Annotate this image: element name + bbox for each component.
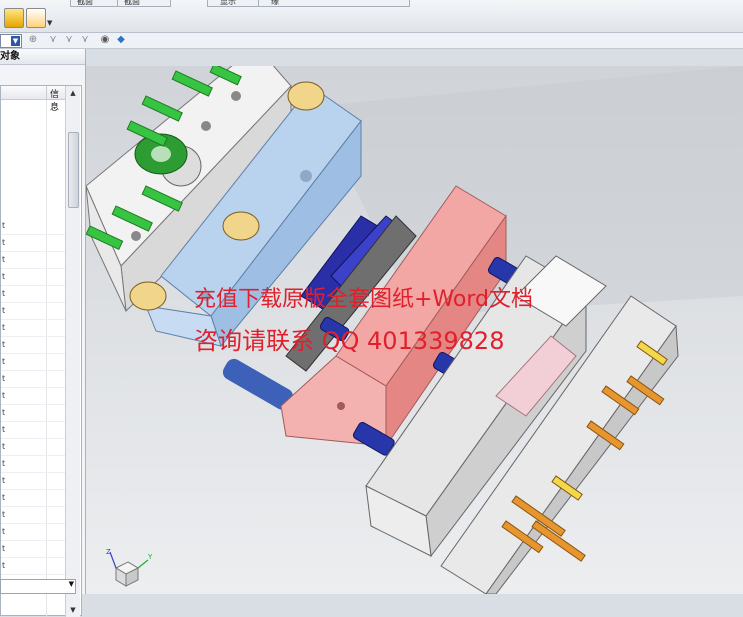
section-dropdown-2[interactable]: 截面 (117, 0, 171, 7)
bottom-combo[interactable]: ▼ (0, 579, 76, 594)
list-item-label: t (2, 323, 6, 332)
list-header: 信息 (1, 86, 65, 113)
list-item-label: t (2, 289, 6, 298)
list-scrollbar[interactable]: ▲ ▼ (65, 86, 80, 617)
column-name[interactable] (1, 86, 47, 99)
list-item[interactable]: t (1, 458, 65, 473)
edge-dropdown[interactable]: 缘 (258, 0, 410, 7)
filter2-icon[interactable]: ⋎ (64, 35, 74, 45)
filter3-icon[interactable]: ⋎ (80, 35, 90, 45)
panel-title: 对象 (0, 49, 85, 65)
list-item-label: t (2, 510, 6, 519)
list-item-label: t (2, 391, 6, 400)
scroll-up-icon[interactable]: ▲ (67, 87, 79, 99)
main-toolbar: ▼ 截面 截面 显示 缘 (0, 0, 743, 33)
list-item-label: t (2, 425, 6, 434)
secondary-toolbar: ▼ ⊕ ⋎ ⋎ ⋎ ◉ ◆ (0, 33, 743, 49)
list-item[interactable]: t (1, 288, 65, 303)
axis-triad: Z Y (106, 548, 153, 587)
filter-icon[interactable]: ⋎ (48, 35, 58, 45)
object-panel: 对象 信息 tttttttttttttttttttttt ▲ ▼ (0, 49, 86, 617)
list-item[interactable]: t (1, 390, 65, 405)
list-item-label: t (2, 306, 6, 315)
list-item-label: t (2, 238, 6, 247)
list-item-label: t (2, 255, 6, 264)
list-item[interactable]: t (1, 356, 65, 371)
section-dropdown-1[interactable]: 截面 (70, 0, 118, 7)
list-item[interactable]: t (1, 407, 65, 422)
list-item-label: t (2, 272, 6, 281)
object-list: 信息 tttttttttttttttttttttt ▲ ▼ (0, 85, 82, 617)
list-rows: tttttttttttttttttttttt (1, 100, 65, 616)
chevron-down-icon[interactable]: ▼ (47, 19, 52, 27)
snap-icon[interactable]: ⊕ (28, 35, 38, 45)
assembly-icon[interactable] (4, 8, 24, 28)
scroll-thumb[interactable] (68, 132, 79, 208)
chevron-down-icon[interactable]: ▼ (69, 580, 74, 588)
list-item-label: t (2, 357, 6, 366)
list-item-label: t (2, 408, 6, 417)
list-item-label: t (2, 374, 6, 383)
list-item-label: t (2, 221, 6, 230)
list-item-label: t (2, 527, 6, 536)
watermark-line-2: 咨询请联系 QQ 401339828 (194, 327, 505, 355)
list-item[interactable]: t (1, 305, 65, 320)
3d-viewport[interactable]: 充值下载原版全套图纸+Word文档 咨询请联系 QQ 401339828 Z Y (86, 66, 743, 594)
list-item[interactable]: t (1, 543, 65, 558)
list-item-label: t (2, 459, 6, 468)
list-item[interactable]: t (1, 509, 65, 524)
list-item[interactable]: t (1, 322, 65, 337)
list-item[interactable]: t (1, 339, 65, 354)
list-item-label: t (2, 561, 6, 570)
list-item[interactable]: t (1, 271, 65, 286)
list-item[interactable]: t (1, 424, 65, 439)
view-icon[interactable]: ◉ (100, 35, 110, 45)
list-item-label: t (2, 476, 6, 485)
triad-z-label: Z (106, 548, 111, 556)
list-item[interactable]: t (1, 220, 65, 235)
edit-icon[interactable] (26, 8, 46, 28)
render-icon[interactable]: ◆ (116, 35, 126, 45)
list-item-label: t (2, 340, 6, 349)
list-item[interactable]: t (1, 373, 65, 388)
list-item-label: t (2, 544, 6, 553)
display-dropdown[interactable]: 显示 (207, 0, 259, 7)
list-item[interactable]: t (1, 237, 65, 252)
list-item[interactable]: t (1, 254, 65, 269)
list-item-label: t (2, 493, 6, 502)
triad-y-label: Y (147, 553, 153, 561)
selection-combo[interactable]: ▼ (0, 34, 22, 48)
list-item[interactable]: t (1, 441, 65, 456)
scroll-down-icon[interactable]: ▼ (67, 604, 79, 616)
list-item[interactable]: t (1, 526, 65, 541)
watermark-line-1: 充值下载原版全套图纸+Word文档 (194, 287, 533, 312)
list-item[interactable]: t (1, 560, 65, 575)
list-item[interactable]: t (1, 492, 65, 507)
list-item[interactable]: t (1, 475, 65, 490)
chevron-down-icon[interactable]: ▼ (11, 36, 20, 46)
list-item-label: t (2, 442, 6, 451)
